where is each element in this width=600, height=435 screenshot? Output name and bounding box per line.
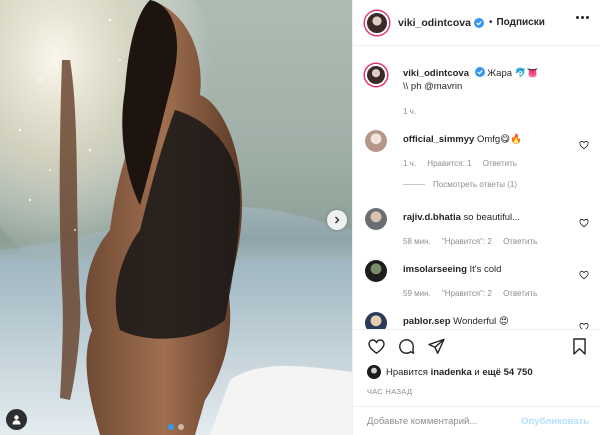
caption-time: 1 ч.: [403, 107, 417, 116]
comment-likes[interactable]: Нравится: 1: [427, 159, 471, 168]
caption-credit: \\ ph @mavrin: [403, 81, 463, 92]
liker-avatar: [367, 365, 381, 379]
commenter-avatar[interactable]: [365, 312, 387, 329]
post-photo[interactable]: [0, 0, 352, 435]
header-separator: •: [488, 17, 493, 28]
likes-prefix: Нравится: [386, 366, 428, 378]
following-button[interactable]: Подписки: [496, 17, 544, 28]
likes-middle: и: [474, 366, 480, 378]
comment-author[interactable]: official_simmyy: [403, 134, 474, 145]
comment-body: imsolarseeing It's cold 59 мин. "Нравитс…: [403, 263, 578, 300]
caption-meta: 1 ч.: [403, 105, 578, 118]
heart-icon[interactable]: [367, 337, 386, 356]
comment-body: pablor.sep Wonderful 😍: [403, 315, 578, 328]
comment-like-icon[interactable]: [579, 218, 589, 228]
comment-author[interactable]: pablor.sep: [403, 316, 451, 327]
carousel-indicators: [0, 424, 352, 430]
share-icon[interactable]: [427, 337, 446, 356]
comment-like-icon[interactable]: [579, 140, 589, 150]
author-username[interactable]: viki_odintcova: [398, 17, 471, 29]
post-side-panel: viki_odintcova • Подписки viki_odintcova…: [352, 0, 600, 435]
commenter-avatar[interactable]: [365, 260, 387, 282]
comment-input[interactable]: [367, 416, 522, 427]
comment-icon[interactable]: [397, 337, 416, 356]
post-actions: Нравится inadenka и ещё 54 750 час назад…: [353, 329, 600, 435]
verified-badge-icon: [474, 67, 485, 77]
comments-list: viki_odintcova Жара 🐬👅 \\ ph @mavrin 1 ч…: [353, 46, 600, 329]
post-time[interactable]: час назад: [367, 387, 412, 396]
author-avatar[interactable]: [365, 10, 389, 35]
liker-username[interactable]: inadenka: [431, 367, 472, 378]
comment-meta: 1 ч. Нравится: 1 Ответить: [403, 157, 578, 170]
comment-time: 1 ч.: [403, 159, 417, 168]
publish-button[interactable]: Опубликовать: [521, 416, 589, 427]
view-replies-link[interactable]: Посмотреть ответы (1): [403, 180, 517, 189]
comment-likes[interactable]: "Нравится": 2: [442, 237, 492, 246]
more-options-icon[interactable]: [576, 16, 589, 19]
view-replies-label[interactable]: Посмотреть ответы (1): [433, 180, 517, 189]
action-icons: [367, 337, 446, 356]
likes-count[interactable]: ещё 54 750: [482, 367, 532, 378]
post-header: viki_odintcova • Подписки: [353, 0, 600, 46]
verified-badge-icon: [473, 17, 484, 28]
comment-meta: 59 мин. "Нравится": 2 Ответить: [403, 287, 578, 300]
commenter-avatar[interactable]: [365, 208, 387, 230]
photo-scene: [0, 0, 352, 435]
comment-author[interactable]: rajiv.d.bhatia: [403, 212, 461, 223]
comment-time: 58 мин.: [403, 237, 431, 246]
comment-text: Wonderful 😍: [453, 316, 509, 327]
comment-text: It's cold: [469, 264, 502, 275]
carousel-dot: [178, 424, 184, 430]
comment-author[interactable]: imsolarseeing: [403, 264, 467, 275]
carousel-next-button[interactable]: [327, 210, 347, 230]
comment-text: so beautiful...: [463, 212, 521, 223]
comment-likes[interactable]: "Нравится": 2: [442, 289, 492, 298]
caption-author-avatar[interactable]: [365, 64, 387, 86]
likes-summary[interactable]: Нравится inadenka и ещё 54 750: [367, 365, 533, 379]
comment-body: official_simmyy Omfg😋🔥 1 ч. Нравится: 1 …: [403, 133, 578, 170]
comment-meta: 58 мин. "Нравится": 2 Ответить: [403, 235, 578, 248]
comment-reply-button[interactable]: Ответить: [503, 289, 537, 298]
comment-time: 59 мин.: [403, 289, 431, 298]
caption-author[interactable]: viki_odintcova: [403, 68, 469, 79]
caption-body: viki_odintcova Жара 🐬👅 \\ ph @mavrin 1 ч…: [403, 67, 578, 118]
comment-like-icon[interactable]: [579, 270, 589, 280]
replies-divider: [403, 184, 425, 185]
caption-text: Жара 🐬👅: [487, 68, 539, 79]
carousel-dot-active: [168, 424, 174, 430]
comment-reply-button[interactable]: Ответить: [503, 237, 537, 246]
comment-body: rajiv.d.bhatia so beautiful... 58 мин. "…: [403, 211, 578, 248]
comment-like-icon[interactable]: [579, 322, 589, 329]
comment-text: Omfg😋🔥: [476, 134, 522, 145]
comment-reply-button[interactable]: Ответить: [483, 159, 517, 168]
next-arrow-icon: [335, 216, 340, 224]
bookmark-icon[interactable]: [570, 337, 589, 356]
add-comment-bar: Опубликовать: [353, 406, 600, 435]
commenter-avatar[interactable]: [365, 130, 387, 152]
